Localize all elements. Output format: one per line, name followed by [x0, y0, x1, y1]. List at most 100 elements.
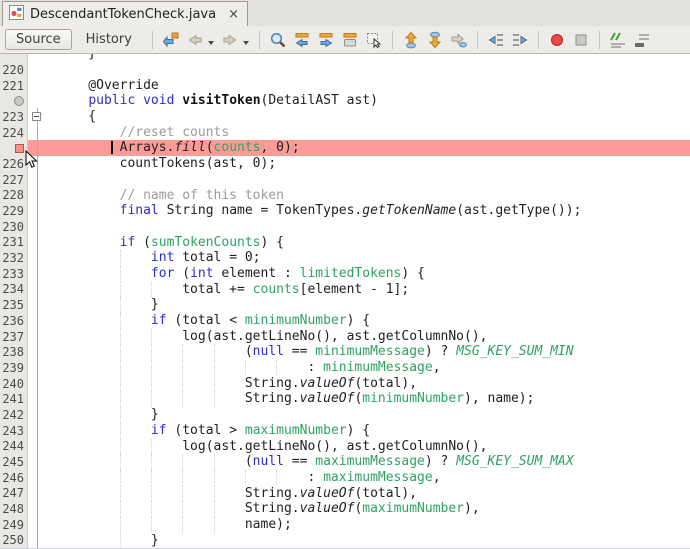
code-text[interactable]: String.valueOf(total), — [45, 486, 690, 502]
code-line[interactable]: Arrays.fill(counts, 0); — [0, 140, 690, 156]
start-macro-recording-icon[interactable] — [547, 30, 567, 50]
toggle-bookmark-icon[interactable] — [449, 30, 469, 50]
gutter-cell[interactable]: 227 — [0, 172, 28, 188]
toggle-highlight-search-icon[interactable] — [340, 30, 360, 50]
dropdown-caret-icon[interactable] — [243, 41, 249, 45]
code-line[interactable]: 231 if (sumTokenCounts) { — [0, 235, 690, 251]
code-line[interactable]: 223 { — [0, 109, 690, 125]
gutter-cell[interactable]: 246 — [0, 470, 28, 486]
code-line[interactable]: 247 String.valueOf(total), — [0, 486, 690, 502]
code-line[interactable]: 233 for (int element : limitedTokens) { — [0, 266, 690, 282]
code-text[interactable]: if (total < minimumNumber) { — [45, 313, 690, 329]
gutter-cell[interactable]: 244 — [0, 439, 28, 455]
code-text[interactable] — [45, 62, 690, 78]
code-text[interactable]: String.valueOf(maximumNumber), — [45, 501, 690, 517]
code-text[interactable]: name); — [45, 517, 690, 533]
gutter-cell[interactable]: 221 — [0, 78, 28, 94]
last-edit-location-icon[interactable] — [161, 30, 181, 50]
gutter-cell[interactable]: 236 — [0, 313, 28, 329]
code-text[interactable]: { — [45, 109, 690, 125]
gutter-cell[interactable]: 240 — [0, 376, 28, 392]
uncomment-icon[interactable] — [632, 30, 652, 50]
code-line[interactable]: 228 // name of this token — [0, 188, 690, 204]
code-line[interactable]: 226 countTokens(ast, 0); — [0, 156, 690, 172]
code-text[interactable]: @Override — [45, 78, 690, 94]
code-text[interactable]: if (total > maximumNumber) { — [45, 423, 690, 439]
gutter-cell[interactable]: 230 — [0, 219, 28, 235]
gutter-cell[interactable]: 229 — [0, 203, 28, 219]
dropdown-caret-icon[interactable] — [208, 41, 214, 45]
code-line[interactable]: 235 } — [0, 297, 690, 313]
gutter-cell[interactable] — [0, 54, 28, 62]
gutter-cell[interactable]: 224 — [0, 125, 28, 141]
code-line[interactable]: 245 (null == maximumMessage) ? MSG_KEY_S… — [0, 454, 690, 470]
code-text[interactable]: (null == maximumMessage) ? MSG_KEY_SUM_M… — [45, 454, 690, 470]
gutter-cell[interactable]: 228 — [0, 188, 28, 204]
next-bookmark-icon[interactable] — [425, 30, 445, 50]
code-line[interactable]: 246 : maximumMessage, — [0, 470, 690, 486]
gutter-cell[interactable]: 226 — [0, 156, 28, 172]
code-line[interactable]: 250 } — [0, 533, 690, 549]
back-icon[interactable] — [185, 30, 205, 50]
code-line[interactable]: } — [0, 54, 690, 62]
code-line[interactable]: 220 — [0, 62, 690, 78]
gutter-cell[interactable]: 243 — [0, 423, 28, 439]
gutter-cell[interactable]: 247 — [0, 486, 28, 502]
code-text[interactable]: public void visitToken(DetailAST ast) — [45, 93, 690, 109]
gutter-cell[interactable]: 237 — [0, 329, 28, 345]
comment-icon[interactable] — [608, 30, 628, 50]
code-text[interactable]: } — [45, 407, 690, 423]
source-view-button[interactable]: Source — [5, 29, 72, 50]
code-line[interactable]: 221 @Override — [0, 78, 690, 94]
code-text[interactable]: countTokens(ast, 0); — [45, 156, 690, 172]
gutter-cell[interactable]: 241 — [0, 391, 28, 407]
find-selection-icon[interactable] — [268, 30, 288, 50]
stop-macro-recording-icon[interactable] — [571, 30, 591, 50]
gutter-cell[interactable]: 232 — [0, 250, 28, 266]
code-line[interactable]: 241 String.valueOf(minimumNumber), name)… — [0, 391, 690, 407]
code-line[interactable]: 248 String.valueOf(maximumNumber), — [0, 501, 690, 517]
code-text[interactable]: (null == minimumMessage) ? MSG_KEY_SUM_M… — [45, 344, 690, 360]
code-line[interactable]: 238 (null == minimumMessage) ? MSG_KEY_S… — [0, 344, 690, 360]
gutter-cell[interactable]: 220 — [0, 62, 28, 78]
forward-icon[interactable] — [220, 30, 240, 50]
gutter-cell[interactable] — [0, 140, 28, 156]
code-text[interactable]: final String name = TokenTypes.getTokenN… — [45, 203, 690, 219]
code-line[interactable]: 224 //reset counts — [0, 125, 690, 141]
code-line[interactable]: 234 total += counts[element - 1]; — [0, 282, 690, 298]
code-line[interactable]: 242 } — [0, 407, 690, 423]
gutter-cell[interactable]: 239 — [0, 360, 28, 376]
gutter-cell[interactable]: 231 — [0, 235, 28, 251]
breakpoint-glyph[interactable] — [15, 144, 24, 153]
gutter-cell[interactable]: 250 — [0, 533, 28, 549]
previous-bookmark-icon[interactable] — [401, 30, 421, 50]
gutter-cell[interactable]: 248 — [0, 501, 28, 517]
code-line[interactable]: 230 — [0, 219, 690, 235]
code-text[interactable]: log(ast.getLineNo(), ast.getColumnNo(), — [45, 329, 690, 345]
shift-line-left-icon[interactable] — [486, 30, 506, 50]
code-text[interactable] — [45, 219, 690, 235]
history-view-button[interactable]: History — [76, 30, 142, 49]
code-text[interactable]: String.valueOf(minimumNumber), name); — [45, 391, 690, 407]
gutter-cell[interactable]: 238 — [0, 344, 28, 360]
gutter-cell[interactable]: 242 — [0, 407, 28, 423]
annotation-circle-glyph[interactable] — [14, 96, 24, 106]
code-text[interactable]: // name of this token — [45, 188, 690, 204]
code-text[interactable]: : minimumMessage, — [45, 360, 690, 376]
code-line[interactable]: 227 — [0, 172, 690, 188]
code-editor[interactable]: } 220221 @Override public void visitToken… — [0, 54, 690, 549]
gutter-cell[interactable]: 235 — [0, 297, 28, 313]
find-previous-occurrence-icon[interactable] — [292, 30, 312, 50]
code-text[interactable]: int total = 0; — [45, 250, 690, 266]
tab-close-icon[interactable]: × — [228, 8, 239, 21]
code-line[interactable]: public void visitToken(DetailAST ast) — [0, 93, 690, 109]
gutter-cell[interactable] — [0, 93, 28, 109]
code-text[interactable]: } — [45, 54, 690, 62]
code-line[interactable]: 240 String.valueOf(total), — [0, 376, 690, 392]
code-line[interactable]: 232 int total = 0; — [0, 250, 690, 266]
code-text[interactable]: Arrays.fill(counts, 0); — [45, 140, 690, 156]
gutter-cell[interactable]: 234 — [0, 282, 28, 298]
fold-collapse-icon[interactable] — [32, 112, 41, 121]
gutter-cell[interactable]: 249 — [0, 517, 28, 533]
code-text[interactable]: total += counts[element - 1]; — [45, 282, 690, 298]
